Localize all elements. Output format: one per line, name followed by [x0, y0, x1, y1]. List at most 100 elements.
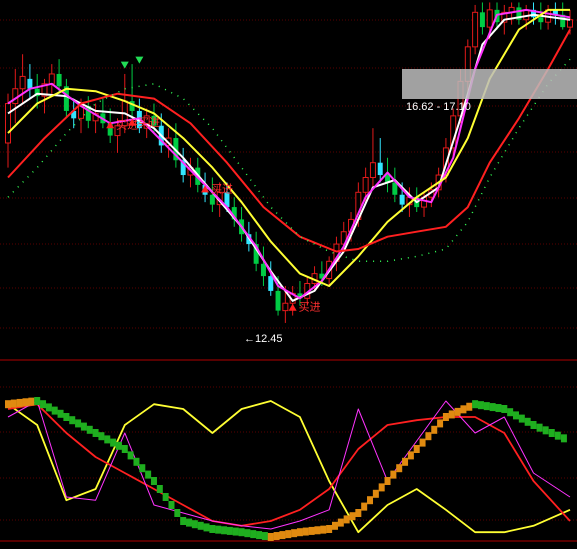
indicator-block [127, 451, 134, 460]
indicator-block [215, 525, 222, 534]
indicator-block [45, 403, 52, 412]
candle-body [209, 194, 215, 205]
indicator-block [302, 527, 309, 536]
indicator-block [80, 422, 87, 431]
indicator-block [296, 528, 303, 537]
indicator-block [437, 419, 444, 428]
sell-marker [135, 56, 144, 64]
indicator-block [34, 397, 41, 405]
indicator-block [477, 401, 484, 410]
indicator-block [314, 526, 321, 535]
indicator-block [75, 419, 82, 428]
indicator-block [530, 421, 537, 429]
indicator-block [174, 509, 181, 517]
indicator-block [98, 432, 105, 441]
indicator-block [483, 402, 490, 411]
indicator-block [110, 438, 117, 447]
indicator-block [454, 407, 461, 416]
indicator-block [372, 489, 379, 498]
indicator-block [489, 403, 496, 412]
candle-body [377, 162, 383, 176]
sell-marker [120, 61, 129, 69]
indicator-block [191, 520, 198, 529]
indicator-block [390, 470, 397, 479]
indicator-block [285, 530, 292, 539]
range-label: 16.62 - 17.10 [406, 101, 471, 113]
candle-body [19, 75, 26, 90]
indicator-block [238, 528, 245, 537]
indicator-panel [5, 397, 571, 541]
indicator-block [460, 405, 467, 414]
indicator-block [16, 398, 23, 407]
indicator-block [361, 502, 368, 511]
indicator-block [501, 405, 508, 413]
indicator-block [232, 527, 239, 536]
indicator-block [104, 435, 111, 444]
candle-body [268, 276, 274, 291]
indicator-block [226, 526, 233, 535]
indicator-block [337, 518, 344, 527]
buy-label: 买进 [138, 116, 160, 129]
indicator-block [548, 429, 555, 437]
indicator-line [7, 403, 571, 527]
indicator-block [186, 518, 193, 527]
indicator-block [448, 410, 455, 419]
indicator-block [431, 425, 438, 434]
indicator-line [7, 400, 571, 534]
candle-body [260, 263, 266, 277]
candle-body [486, 9, 493, 28]
indicator-block [308, 526, 315, 535]
indicator-block [378, 483, 385, 492]
indicator-block [279, 531, 286, 540]
indicator-block [554, 431, 561, 440]
indicator-block [150, 477, 157, 485]
indicator-block [168, 501, 175, 509]
indicator-block [5, 400, 11, 409]
indicator-block [512, 411, 519, 420]
indicator-block [343, 515, 350, 524]
indicator-block [244, 529, 251, 538]
indicator-block [326, 525, 333, 533]
candle-body [282, 302, 289, 312]
candle-body [362, 177, 369, 193]
moving-average-line [7, 13, 571, 302]
low-marker-value: 12.45 [255, 333, 283, 345]
indicator-block [209, 525, 216, 533]
candle-body [48, 73, 55, 85]
indicator-block [273, 532, 280, 541]
indicator-block [145, 470, 152, 479]
indicator-block [495, 404, 502, 413]
indicator-block [560, 434, 567, 443]
indicator-block [162, 493, 169, 501]
candle-body [472, 11, 479, 48]
candle-body [538, 17, 544, 23]
candle-body [5, 103, 11, 144]
indicator-block [518, 414, 525, 423]
indicator-block [86, 425, 93, 434]
indicator-block [367, 496, 374, 505]
buy-marker [288, 303, 297, 311]
indicator-block [69, 416, 76, 425]
indicator-block [291, 529, 298, 538]
candle-body [27, 78, 33, 89]
indicator-block [536, 423, 543, 432]
indicator-block [407, 451, 414, 460]
indicator-block [51, 406, 58, 415]
indicator-block [413, 445, 420, 453]
candle-body [56, 73, 62, 87]
buy-label: 买进 [299, 301, 321, 314]
indicator-block [442, 413, 449, 421]
indicator-block [331, 521, 338, 530]
indicator-block [28, 397, 35, 406]
indicator-block [197, 521, 204, 530]
indicator-block [384, 477, 391, 485]
indicator-block [256, 531, 263, 540]
indicator-block [472, 400, 479, 409]
indicator-block [402, 457, 409, 466]
indicator-block [133, 457, 140, 466]
indicator-block [63, 413, 70, 421]
indicator-block [396, 464, 403, 473]
indicator-block [507, 408, 514, 417]
indicator-line [7, 400, 571, 530]
indicator-block [40, 400, 47, 409]
